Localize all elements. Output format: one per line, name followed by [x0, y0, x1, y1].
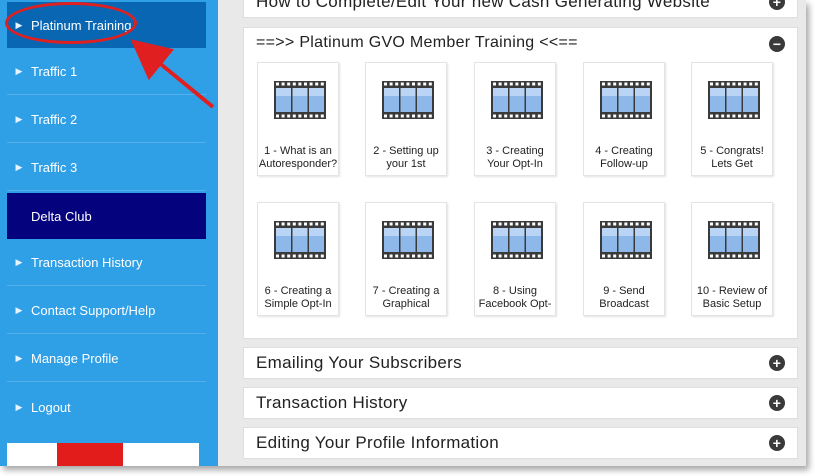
- video-caption: 10 - Review of Basic Setup: [692, 285, 772, 313]
- expand-plus-icon[interactable]: +: [769, 395, 785, 411]
- video-card[interactable]: 7 - Creating a Graphical: [365, 202, 447, 316]
- section-title: Editing Your Profile Information: [256, 433, 500, 452]
- section-title: Transaction History: [256, 393, 408, 412]
- video-caption-line: 1 - What is an: [264, 145, 332, 157]
- accordion-transaction-history[interactable]: Transaction History +: [243, 387, 798, 419]
- sidebar-item-label: Traffic 2: [31, 112, 78, 127]
- video-card[interactable]: 9 - Send Broadcast: [583, 202, 665, 316]
- sidebar-item-label: Manage Profile: [31, 351, 119, 366]
- sidebar-item-delta-club[interactable]: Delta Club: [7, 193, 206, 239]
- sidebar-item-logout[interactable]: ▶ Logout: [7, 384, 206, 430]
- video-caption: 5 - Congrats! Lets Get: [692, 145, 772, 173]
- sidebar-item-transaction-history[interactable]: ▶ Transaction History: [7, 240, 206, 286]
- caret-right-icon: ▶: [15, 401, 23, 412]
- film-strip-icon: [491, 81, 543, 119]
- sidebar-item-label: Contact Support/Help: [31, 303, 156, 318]
- accordion-emailing-subscribers[interactable]: Emailing Your Subscribers +: [243, 347, 798, 379]
- video-caption-line: Lets Get: [711, 158, 753, 170]
- sidebar-item-contact-support[interactable]: ▶ Contact Support/Help: [7, 288, 206, 334]
- expand-plus-icon[interactable]: +: [769, 355, 785, 371]
- video-caption: 8 - Using Facebook Opt-: [475, 285, 555, 313]
- video-card[interactable]: 10 - Review of Basic Setup: [691, 202, 773, 316]
- video-caption-line: 6 - Creating a: [264, 285, 332, 297]
- video-caption: 6 - Creating a Simple Opt-In: [258, 285, 338, 313]
- video-card[interactable]: 2 - Setting up your 1st: [365, 62, 447, 176]
- film-strip-icon: [708, 81, 760, 119]
- sidebar-item-label: Logout: [31, 399, 71, 415]
- accordion-editing-profile[interactable]: Editing Your Profile Information +: [243, 427, 798, 459]
- video-caption-line: Simple Opt-In: [264, 298, 332, 310]
- film-strip-icon: [491, 221, 543, 259]
- video-caption-line: your 1st: [386, 158, 426, 170]
- film-strip-icon: [708, 221, 760, 259]
- video-caption: 2 - Setting up your 1st: [366, 145, 446, 173]
- video-caption: 9 - Send Broadcast: [584, 285, 664, 313]
- film-strip-icon: [274, 221, 326, 259]
- video-caption-line: Follow-up: [600, 158, 648, 170]
- sidebar-item-label: Transaction History: [31, 255, 143, 270]
- panel-title: ==>> Platinum GVO Member Training <<==: [256, 34, 578, 51]
- video-caption-line: Facebook Opt-: [478, 298, 552, 310]
- video-caption-line: 8 - Using: [492, 285, 538, 297]
- section-title: How to Complete/Edit Your new Cash Gener…: [256, 0, 711, 11]
- sidebar-item-label: Delta Club: [31, 208, 92, 224]
- film-strip-icon: [382, 221, 434, 259]
- caret-right-icon: ▶: [15, 257, 23, 267]
- caret-right-icon: ▶: [15, 162, 23, 172]
- sidebar: ▶ Platinum Training ▶ Traffic 1 ▶ Traffi…: [0, 0, 218, 466]
- sidebar-item-traffic-1[interactable]: ▶ Traffic 1: [7, 49, 206, 95]
- video-caption-line: Your Opt-In: [487, 158, 543, 170]
- video-caption-line: 2 - Setting up: [373, 145, 439, 157]
- video-caption-line: Graphical: [382, 298, 430, 310]
- video-caption-line: 9 - Send: [603, 285, 645, 297]
- video-caption: 7 - Creating a Graphical: [366, 285, 446, 313]
- video-caption-line: 3 - Creating: [486, 145, 544, 157]
- platinum-training-panel: ==>> Platinum GVO Member Training <<== −…: [243, 27, 798, 339]
- video-caption-line: 5 - Congrats!: [700, 145, 764, 157]
- sidebar-item-label: Traffic 3: [31, 160, 78, 175]
- sidebar-item-traffic-3[interactable]: ▶ Traffic 3: [7, 145, 206, 191]
- video-caption-line: 7 - Creating a: [372, 285, 440, 297]
- film-strip-icon: [600, 221, 652, 259]
- film-strip-icon: [274, 81, 326, 119]
- video-caption-line: Basic Setup: [702, 298, 762, 310]
- section-title: Emailing Your Subscribers: [256, 353, 462, 372]
- video-caption-line: 10 - Review of: [696, 285, 768, 297]
- video-caption: 1 - What is an Autoresponder?: [258, 145, 338, 173]
- main-content: How to Complete/Edit Your new Cash Gener…: [218, 0, 806, 466]
- sidebar-item-label: Traffic 1: [31, 64, 78, 79]
- video-card[interactable]: 8 - Using Facebook Opt-: [474, 202, 556, 316]
- annotation-highlight-circle: [5, 2, 137, 44]
- video-caption: 4 - Creating Follow-up: [584, 145, 664, 173]
- video-card[interactable]: 4 - Creating Follow-up: [583, 62, 665, 176]
- video-caption-line: Broadcast: [599, 298, 649, 310]
- film-strip-icon: [600, 81, 652, 119]
- film-strip-icon: [382, 81, 434, 119]
- screenshot-frame: ▶ Platinum Training ▶ Traffic 1 ▶ Traffi…: [0, 0, 806, 466]
- sidebar-item-traffic-2[interactable]: ▶ Traffic 2: [7, 97, 206, 143]
- accordion-website-section[interactable]: How to Complete/Edit Your new Cash Gener…: [243, 0, 798, 18]
- expand-plus-icon[interactable]: +: [769, 435, 785, 451]
- caret-right-icon: ▶: [15, 305, 23, 315]
- caret-right-icon: ▶: [15, 114, 23, 124]
- collapse-minus-icon[interactable]: −: [769, 36, 785, 52]
- video-card[interactable]: 1 - What is an Autoresponder?: [257, 62, 339, 176]
- sidebar-item-manage-profile[interactable]: ▶ Manage Profile: [7, 336, 206, 382]
- video-card[interactable]: 3 - Creating Your Opt-In: [474, 62, 556, 176]
- flag-stripe: [57, 443, 123, 466]
- video-card[interactable]: 6 - Creating a Simple Opt-In: [257, 202, 339, 316]
- video-card[interactable]: 5 - Congrats! Lets Get: [691, 62, 773, 176]
- flag-banner-image: [7, 443, 199, 466]
- video-caption: 3 - Creating Your Opt-In: [475, 145, 555, 173]
- caret-right-icon: ▶: [15, 353, 23, 363]
- caret-right-icon: ▶: [15, 66, 23, 76]
- expand-plus-icon[interactable]: +: [769, 0, 785, 10]
- video-caption-line: 4 - Creating: [595, 145, 653, 157]
- video-caption-line: Autoresponder?: [258, 158, 338, 170]
